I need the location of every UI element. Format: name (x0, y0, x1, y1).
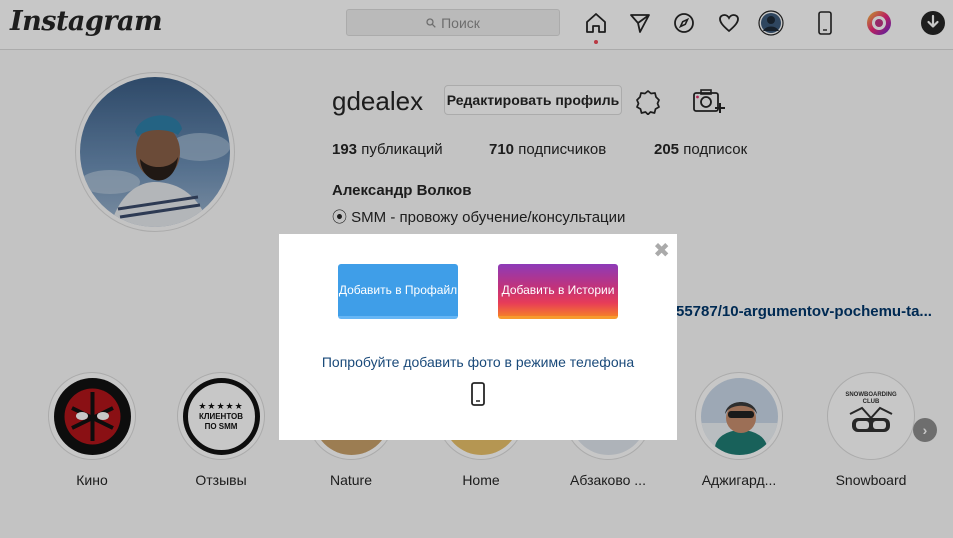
try-phone-mode-hint[interactable]: Попробуйте добавить фото в режиме телефо… (279, 354, 677, 370)
add-to-profile-button[interactable]: Добавить в Профайл (338, 264, 458, 319)
add-to-stories-button[interactable]: Добавить в Истории (498, 264, 618, 319)
close-icon[interactable]: ✖ (653, 238, 670, 263)
phone-icon[interactable] (470, 382, 486, 411)
upload-options-modal: ✖ Добавить в Профайл Добавить в Истории … (279, 234, 677, 440)
